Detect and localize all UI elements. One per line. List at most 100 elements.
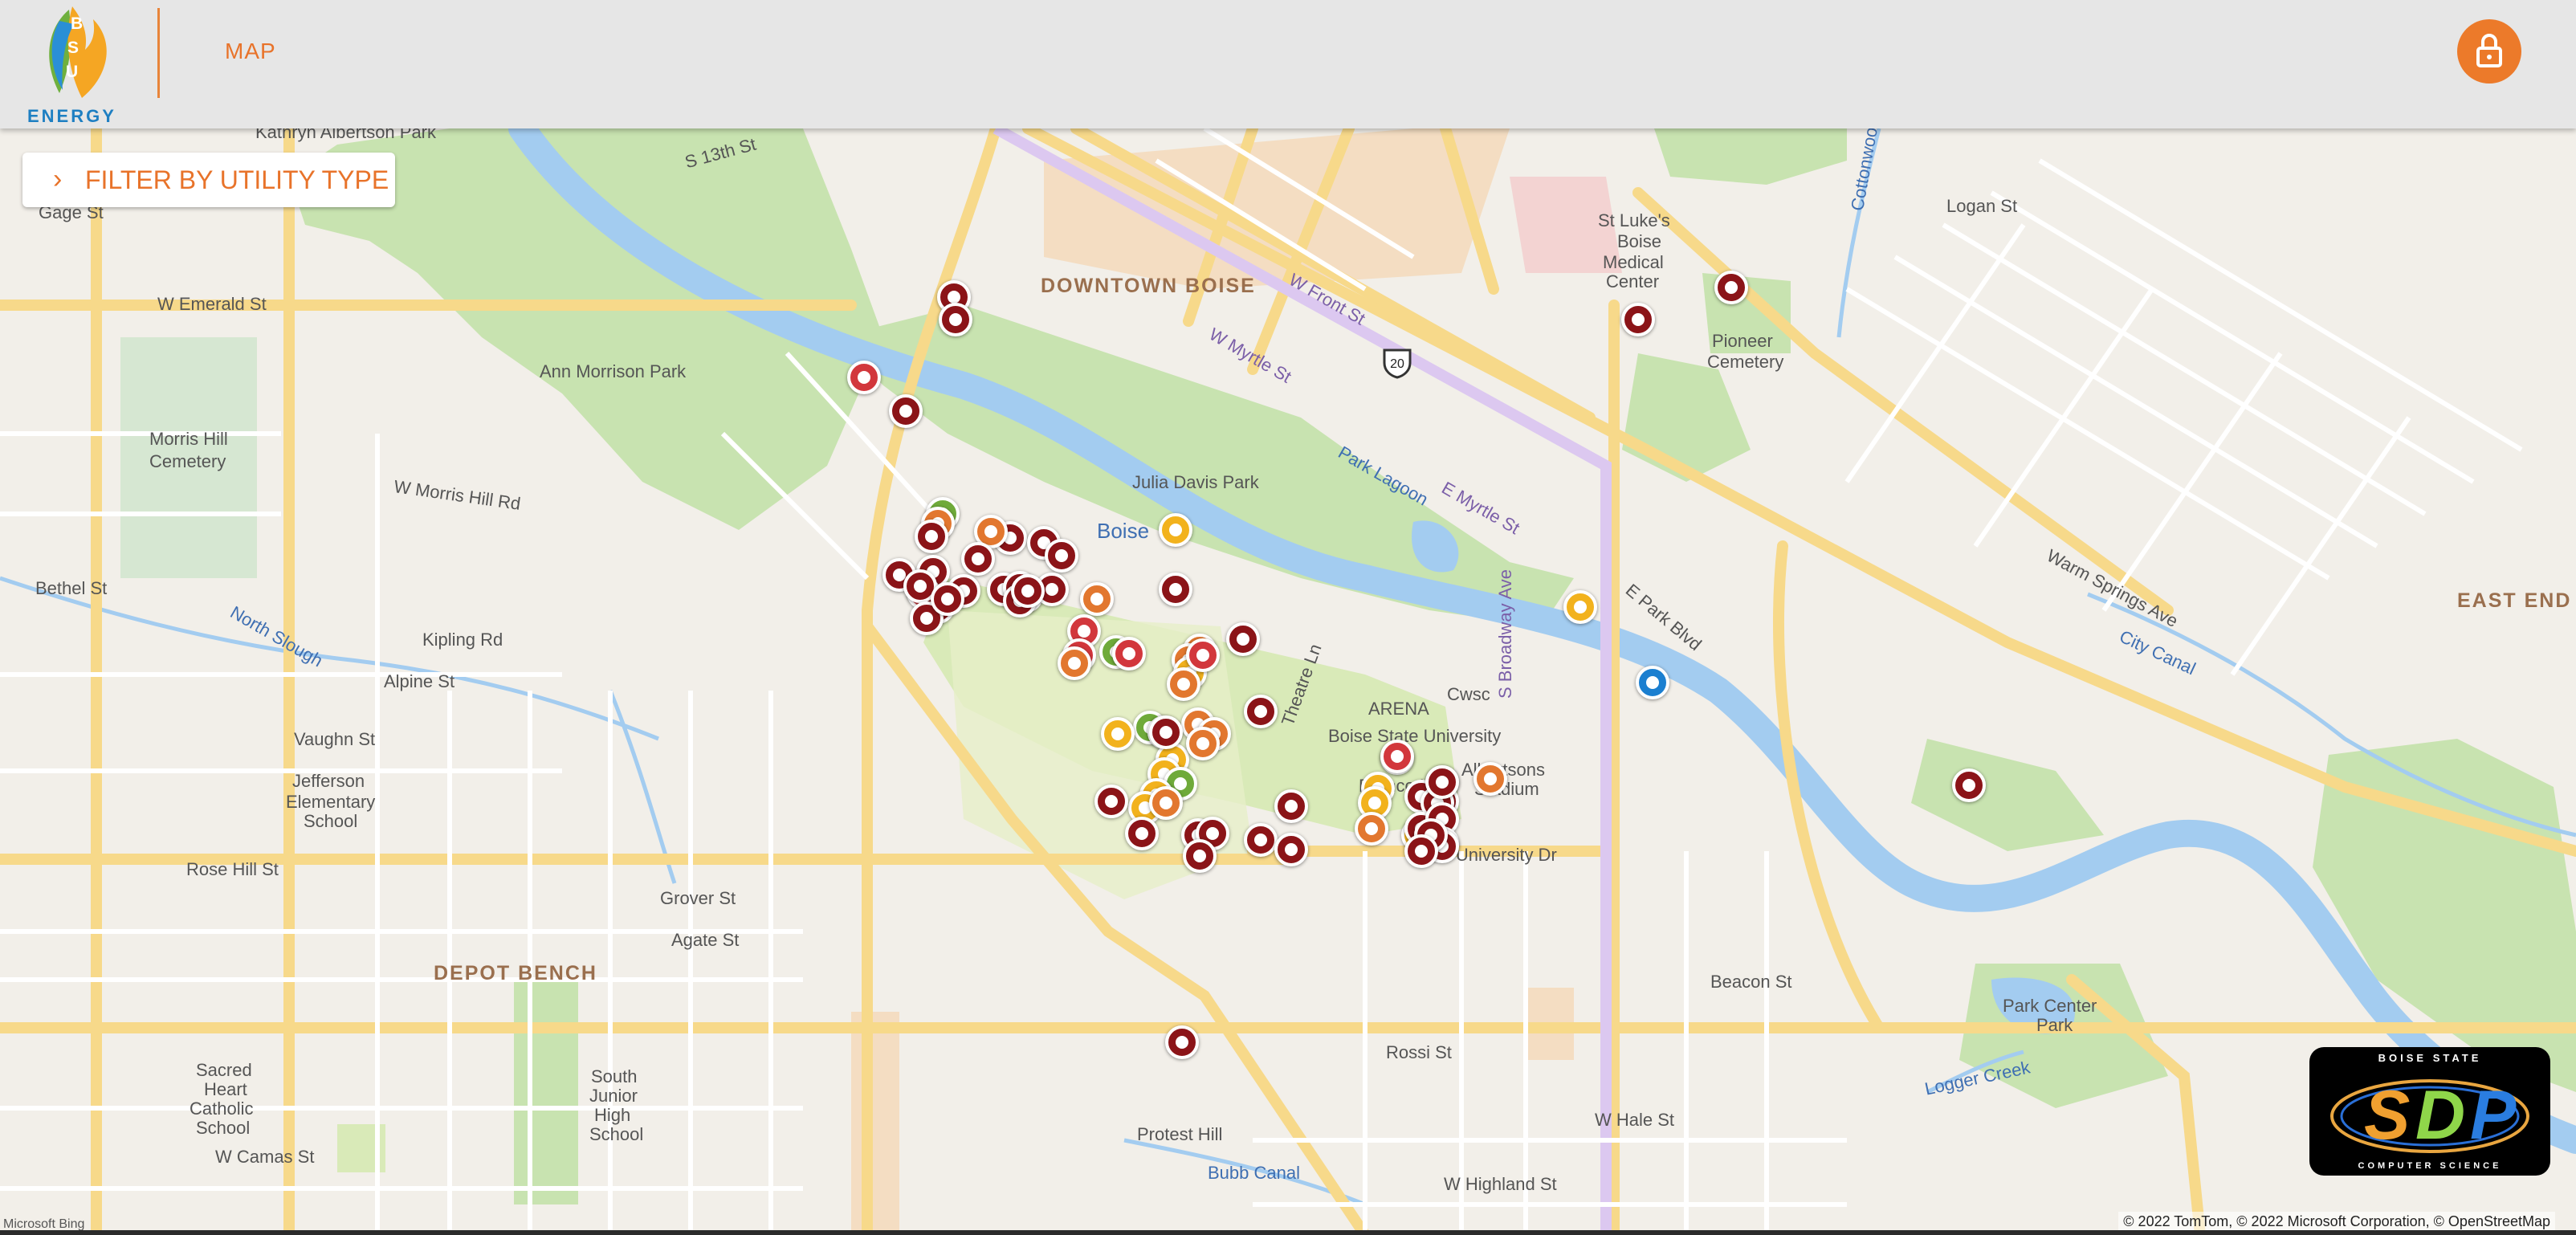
lock-button[interactable] [2457,19,2521,84]
utility-marker-orange[interactable] [1167,667,1200,701]
map-label: School [304,811,358,831]
map-label: Medical [1603,252,1664,272]
utility-marker-yellow[interactable] [1159,513,1192,547]
map-label: Rossi St [1386,1042,1452,1062]
map-label: EAST END [2457,589,2572,612]
map-label: Catholic [190,1098,254,1119]
nav-map-link[interactable]: MAP [225,39,276,64]
map-label: Park Center [2003,996,2097,1016]
utility-marker-dark-red[interactable] [1274,789,1308,823]
utility-marker-dark-red[interactable] [1159,573,1192,606]
map-label: Center [1606,271,1660,291]
utility-marker-dark-red[interactable] [1183,839,1217,873]
utility-marker-dark-red[interactable] [961,542,995,576]
utility-marker-dark-red[interactable] [1165,1025,1199,1059]
utility-marker-orange[interactable] [1186,727,1220,760]
utility-marker-orange[interactable] [1473,762,1507,796]
utility-marker-red[interactable] [1112,637,1146,670]
utility-marker-yellow[interactable] [1563,590,1597,624]
utility-marker-dark-red[interactable] [1425,765,1459,799]
map-label: Sacred [196,1060,252,1080]
sdp-letter-s: S [2364,1077,2410,1154]
map-label: Bethel St [35,578,108,598]
utility-marker-dark-red[interactable] [939,303,972,336]
app-header: B S U ENERGY MAP [0,0,2576,128]
utility-marker-dark-red[interactable] [1094,785,1128,818]
map-label: Morris Hill [149,429,228,449]
map-label: Boise State University [1328,726,1502,746]
utility-marker-blue[interactable] [1636,666,1669,699]
map-label: ARENA [1368,699,1429,719]
map-label: Alpine St [384,671,455,691]
map-label: Beacon St [1710,972,1792,992]
logo-letter-u: U [66,63,79,81]
map-label: Protest Hill [1137,1124,1223,1144]
utility-marker-yellow[interactable] [1101,717,1135,751]
utility-marker-dark-red[interactable] [1045,539,1078,573]
utility-marker-dark-red[interactable] [1621,303,1655,336]
map-label: St Luke's [1598,210,1670,230]
map-label: Boise [1617,231,1662,251]
map-label: School [196,1118,251,1138]
utility-marker-dark-red[interactable] [1404,834,1438,868]
map-attribution[interactable]: © 2022 TomTom, © 2022 Microsoft Corporat… [2118,1212,2555,1232]
sdp-badge-top: BOISE STATE [2378,1052,2482,1064]
map-label: Julia Davis Park [1132,472,1259,492]
utility-marker-dark-red[interactable] [1244,695,1278,728]
utility-marker-orange[interactable] [1058,646,1091,680]
map-label: DOWNTOWN BOISE [1041,275,1256,297]
map-label: W Hale St [1595,1110,1675,1130]
filter-by-utility-type-button[interactable]: › FILTER BY UTILITY TYPE [22,153,395,207]
utility-marker-dark-red[interactable] [1244,823,1278,857]
map-label: Rose Hill St [186,859,279,879]
map-label: W Highland St [1444,1174,1557,1194]
utility-marker-red[interactable] [1380,740,1414,773]
utility-marker-dark-red[interactable] [889,394,923,428]
utility-marker-dark-red[interactable] [1952,768,1986,802]
utility-marker-dark-red[interactable] [915,520,948,553]
utility-marker-dark-red[interactable] [1714,271,1748,304]
sdp-badge: BOISE STATE S D P COMPUTER SCIENCE [2309,1047,2550,1176]
map-label: Agate St [671,930,740,950]
map-label: W Emerald St [157,294,267,314]
utility-marker-orange[interactable] [1080,582,1114,616]
route-shield-icon: 20 [1383,348,1412,379]
map-label: S Broadway Ave [1495,569,1515,699]
map-label: Kipling Rd [422,630,503,650]
filter-button-label: FILTER BY UTILITY TYPE [85,165,389,194]
utility-marker-dark-red[interactable] [1226,622,1260,656]
chevron-right-icon: › [53,164,63,194]
utility-marker-red[interactable] [847,361,881,394]
route-shield-number: 20 [1390,357,1404,371]
logo-letter-b: B [71,14,84,33]
utility-marker-dark-red[interactable] [1125,817,1159,850]
map-canvas[interactable]: › FILTER BY UTILITY TYPE Kathryn Alberts… [0,128,2576,1235]
map-label: Heart [204,1079,247,1099]
map-label: Grover St [660,888,736,908]
utility-marker-red[interactable] [1186,638,1220,672]
map-label: Boise [1097,519,1150,543]
map-label: Ann Morrison Park [540,361,687,381]
map-label: Jefferson [292,771,365,791]
map-label: Junior [589,1086,638,1106]
bottom-strip [0,1230,2576,1235]
utility-marker-dark-red[interactable] [931,582,964,616]
leaf-flame-logo [49,6,107,98]
header-divider [157,8,160,98]
logo-text: ENERGY [27,106,116,126]
utility-marker-dark-red[interactable] [1011,574,1045,608]
map-label: Cwsc [1447,684,1490,704]
map-label: Kathryn Albertson Park [255,128,437,142]
map-label: South [591,1066,638,1086]
utility-marker-orange[interactable] [1149,786,1183,820]
map-label: W Camas St [215,1147,315,1167]
sdp-letters-art: S D P [2330,1077,2529,1154]
map-label: DEPOT BENCH [434,962,597,984]
map-label: Cemetery [1707,352,1784,372]
bsu-energy-logo[interactable]: B S U ENERGY [22,3,119,126]
utility-marker-orange[interactable] [1355,812,1388,846]
logo-letter-s: S [67,39,79,57]
sdp-letter-p: P [2470,1077,2517,1154]
utility-marker-dark-red[interactable] [1274,833,1308,866]
utility-marker-dark-red[interactable] [1149,715,1183,749]
